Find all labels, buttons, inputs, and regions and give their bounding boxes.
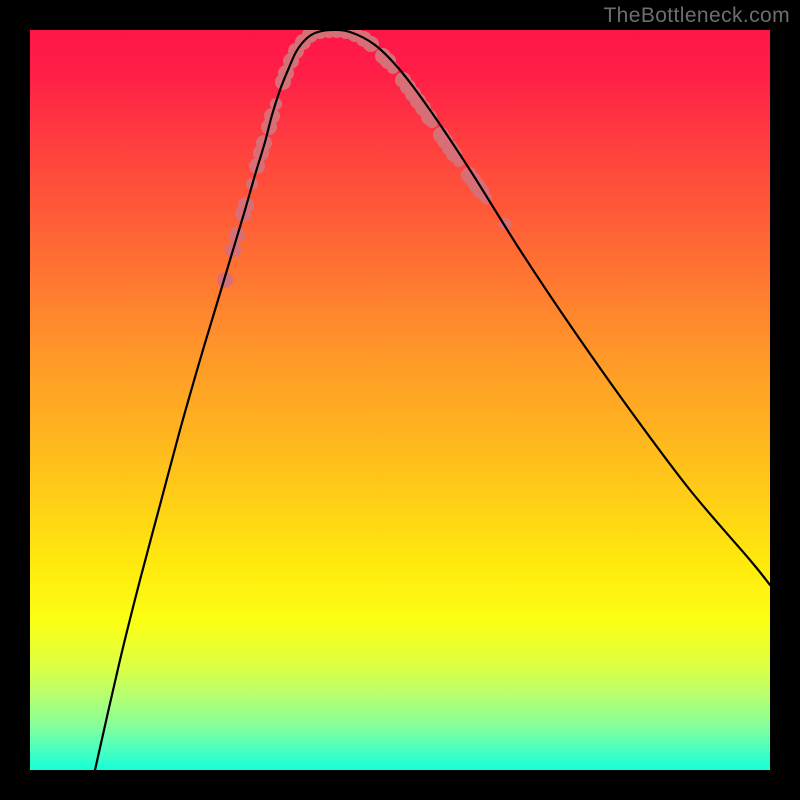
plot-area — [30, 30, 770, 770]
watermark-text: TheBottleneck.com — [603, 4, 790, 28]
curve-layer — [30, 30, 770, 770]
curve-markers — [217, 30, 511, 288]
bottleneck-curve — [95, 30, 770, 770]
chart-frame: TheBottleneck.com — [0, 0, 800, 800]
